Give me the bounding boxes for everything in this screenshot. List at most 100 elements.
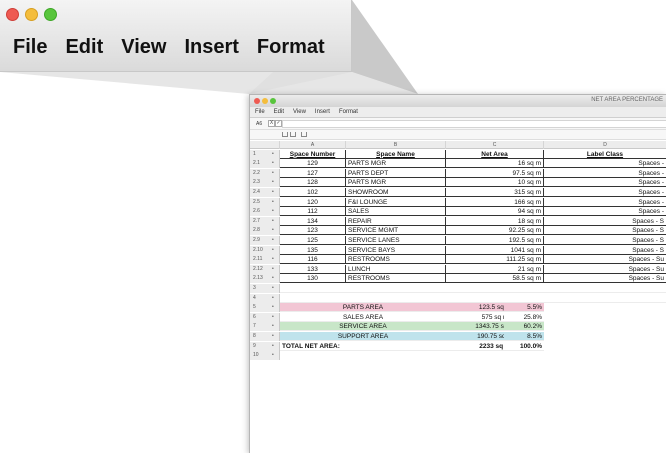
- summary-label-cell[interactable]: TOTAL NET AREA:: [280, 341, 446, 351]
- summary-percent-cell[interactable]: 25.8%: [504, 312, 544, 322]
- summary-label-cell[interactable]: SALES AREA: [280, 312, 446, 322]
- space-name-cell[interactable]: SERVICE BAYS: [346, 245, 446, 255]
- row-header[interactable]: 2.2 •: [250, 168, 280, 178]
- row-header[interactable]: 3 •: [250, 283, 280, 293]
- empty-cell[interactable]: [280, 294, 346, 303]
- row-header[interactable]: 6 •: [250, 312, 280, 322]
- row-header[interactable]: 7 •: [250, 322, 280, 332]
- cancel-formula-icon[interactable]: X: [268, 120, 275, 127]
- empty-cell[interactable]: [346, 294, 446, 303]
- space-number-cell[interactable]: 125: [280, 235, 346, 245]
- row-header[interactable]: 1 •: [250, 149, 280, 159]
- space-number-cell[interactable]: 134: [280, 216, 346, 226]
- space-number-cell[interactable]: 102: [280, 187, 346, 197]
- row-header[interactable]: 2.8 •: [250, 226, 280, 236]
- net-area-cell[interactable]: 10 sq m: [446, 178, 544, 188]
- net-area-cell[interactable]: 18 sq m: [446, 216, 544, 226]
- label-class-cell[interactable]: Spaces -: [544, 169, 666, 178]
- net-area-cell[interactable]: 16 sq m: [446, 159, 544, 169]
- label-class-cell[interactable]: Spaces - Su: [544, 255, 666, 265]
- space-number-cell[interactable]: 116: [280, 255, 346, 265]
- zoomed-menu-format[interactable]: Format: [257, 36, 325, 59]
- space-number-cell[interactable]: 135: [280, 245, 346, 255]
- menu-view[interactable]: View: [293, 109, 306, 115]
- net-area-cell[interactable]: 94 sq m: [446, 207, 544, 217]
- row-header[interactable]: 2.10 •: [250, 245, 280, 255]
- space-name-cell[interactable]: SERVICE MGMT: [346, 226, 446, 236]
- summary-percent-cell[interactable]: 100.0%: [504, 341, 544, 351]
- empty-cell[interactable]: [544, 294, 666, 303]
- space-name-cell[interactable]: REPAIR: [346, 216, 446, 226]
- empty-cell[interactable]: [346, 284, 446, 293]
- space-name-cell[interactable]: RESTROOMS: [346, 255, 446, 265]
- row-header[interactable]: 5 •: [250, 303, 280, 313]
- header-space-name[interactable]: Space Name: [346, 149, 446, 159]
- zoom-button[interactable]: [44, 8, 57, 21]
- header-space-number[interactable]: Space Number: [280, 149, 346, 159]
- label-class-cell[interactable]: Spaces -: [544, 207, 666, 217]
- header-net-area[interactable]: Net Area: [446, 149, 544, 159]
- row-header[interactable]: 2.11 •: [250, 255, 280, 265]
- menu-file[interactable]: File: [255, 109, 265, 115]
- label-class-cell[interactable]: Spaces - S: [544, 226, 666, 236]
- space-name-cell[interactable]: LUNCH: [346, 264, 446, 274]
- row-header[interactable]: 8 •: [250, 331, 280, 341]
- summary-percent-cell[interactable]: 60.2%: [504, 322, 544, 332]
- label-class-cell[interactable]: Spaces -: [544, 159, 666, 169]
- menu-insert[interactable]: Insert: [315, 109, 330, 115]
- space-number-cell[interactable]: 123: [280, 226, 346, 236]
- net-area-cell[interactable]: 315 sq m: [446, 187, 544, 197]
- net-area-cell[interactable]: 192.5 sq m: [446, 235, 544, 245]
- net-area-cell[interactable]: 166 sq m: [446, 197, 544, 207]
- window-zoom-button[interactable]: [270, 98, 276, 104]
- row-header[interactable]: 2.1 •: [250, 159, 280, 169]
- net-area-cell[interactable]: 92.25 sq m: [446, 226, 544, 236]
- space-number-cell[interactable]: 120: [280, 197, 346, 207]
- menu-edit[interactable]: Edit: [274, 109, 284, 115]
- empty-cell[interactable]: [544, 284, 666, 293]
- cell-reference[interactable]: A6: [256, 121, 262, 127]
- row-header[interactable]: 2.13 •: [250, 274, 280, 284]
- label-class-cell[interactable]: Spaces -: [544, 178, 666, 188]
- group-bracket-icon[interactable]: [282, 132, 288, 137]
- header-label-class[interactable]: Label Class: [544, 150, 666, 159]
- label-class-cell[interactable]: Spaces - Su: [544, 265, 666, 274]
- space-name-cell[interactable]: PARTS DEPT: [346, 168, 446, 178]
- net-area-cell[interactable]: 1041 sq m: [446, 245, 544, 255]
- space-name-cell[interactable]: PARTS MGR: [346, 159, 446, 169]
- minimize-button[interactable]: [25, 8, 38, 21]
- space-number-cell[interactable]: 127: [280, 168, 346, 178]
- formula-input[interactable]: [282, 120, 666, 128]
- space-number-cell[interactable]: 130: [280, 274, 346, 284]
- empty-cell[interactable]: [446, 284, 544, 293]
- space-name-cell[interactable]: RESTROOMS: [346, 274, 446, 284]
- row-header[interactable]: 2.7 •: [250, 216, 280, 226]
- column-header-c[interactable]: C: [446, 141, 544, 149]
- net-area-cell[interactable]: 97.5 sq m: [446, 168, 544, 178]
- row-header[interactable]: 2.5 •: [250, 197, 280, 207]
- corner-cell[interactable]: [250, 141, 280, 149]
- summary-percent-cell[interactable]: 5.5%: [504, 303, 544, 313]
- empty-cell[interactable]: [280, 284, 346, 293]
- space-name-cell[interactable]: F&I LOUNGE: [346, 197, 446, 207]
- space-name-cell[interactable]: PARTS MGR: [346, 178, 446, 188]
- space-name-cell[interactable]: SHOWROOM: [346, 187, 446, 197]
- row-header[interactable]: 2.12 •: [250, 264, 280, 274]
- label-class-cell[interactable]: Spaces -: [544, 198, 666, 207]
- zoomed-menu-insert[interactable]: Insert: [184, 36, 238, 59]
- space-name-cell[interactable]: SERVICE LANES: [346, 235, 446, 245]
- row-header[interactable]: 2.4 •: [250, 187, 280, 197]
- space-number-cell[interactable]: 128: [280, 178, 346, 188]
- column-header-b[interactable]: B: [346, 141, 446, 149]
- window-close-button[interactable]: [254, 98, 260, 104]
- label-class-cell[interactable]: Spaces - S: [544, 217, 666, 226]
- row-header[interactable]: 2.3 •: [250, 178, 280, 188]
- space-number-cell[interactable]: 112: [280, 207, 346, 217]
- row-header[interactable]: 10 •: [250, 351, 280, 361]
- group-bracket-icon[interactable]: [290, 132, 296, 137]
- net-area-cell[interactable]: 21 sq m: [446, 264, 544, 274]
- zoomed-menu-edit[interactable]: Edit: [65, 36, 103, 59]
- zoomed-menu-view[interactable]: View: [121, 36, 166, 59]
- summary-label-cell[interactable]: SUPPORT AREA: [280, 331, 446, 341]
- zoomed-menu-file[interactable]: File: [13, 36, 47, 59]
